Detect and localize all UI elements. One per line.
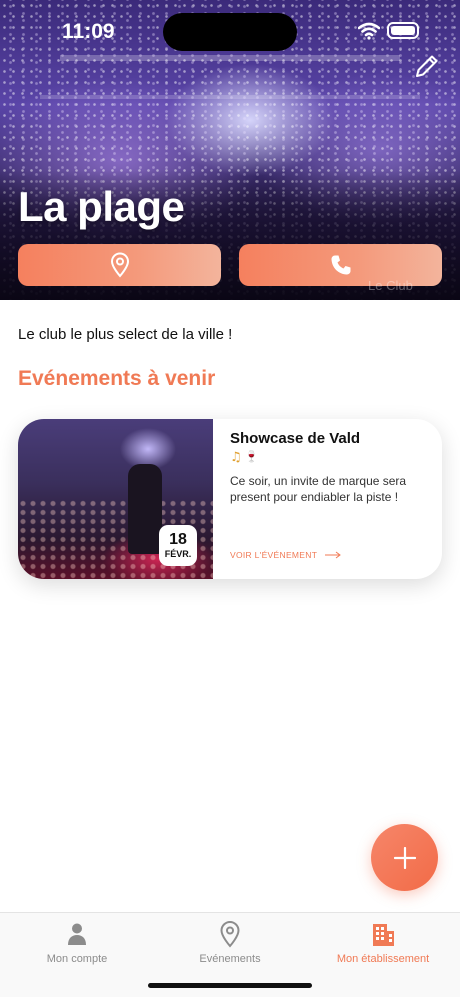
event-image: 18 FÉVR. bbox=[18, 419, 213, 579]
directions-button[interactable] bbox=[18, 244, 221, 286]
event-description: Ce soir, un invite de marque sera presen… bbox=[230, 474, 407, 504]
status-bar: 11:09 bbox=[0, 0, 460, 62]
tab-label: Mon compte bbox=[46, 953, 108, 965]
arrow-right-icon bbox=[325, 551, 342, 559]
event-card[interactable]: 18 FÉVR. Showcase de Vald ♫ 🍷 Ce soir, u… bbox=[18, 419, 442, 579]
upcoming-events-title: Evénements à venir bbox=[18, 367, 216, 390]
event-date-badge: 18 FÉVR. bbox=[159, 525, 197, 566]
event-title: Showcase de Vald bbox=[230, 430, 361, 447]
battery-icon bbox=[387, 22, 419, 39]
venue-description: Le club le plus select de la ville ! bbox=[18, 326, 233, 343]
music-note-icon: ♫ bbox=[230, 450, 242, 465]
wine-glass-icon: 🍷 bbox=[244, 450, 259, 463]
tab-events[interactable]: Evénements bbox=[160, 919, 300, 975]
event-tags: ♫ 🍷 bbox=[230, 450, 258, 465]
location-pin-icon bbox=[220, 920, 240, 947]
phone-icon bbox=[331, 255, 350, 275]
dynamic-island bbox=[163, 13, 297, 51]
edit-button[interactable] bbox=[410, 49, 444, 83]
status-time: 11:09 bbox=[62, 20, 115, 43]
view-event-link[interactable]: VOIR L'ÉVÉNEMENT bbox=[230, 550, 342, 560]
event-date-day: 18 bbox=[169, 531, 187, 548]
venue-title: La plage bbox=[18, 183, 185, 230]
tab-label: Mon établissement bbox=[336, 953, 430, 965]
event-body: Showcase de Vald ♫ 🍷 Ce soir, un invite … bbox=[230, 419, 430, 579]
tab-my-account[interactable]: Mon compte bbox=[7, 919, 147, 975]
wifi-icon bbox=[358, 22, 380, 40]
hero-watermark: Le Club bbox=[368, 278, 413, 293]
plus-icon bbox=[393, 846, 416, 869]
pencil-icon bbox=[416, 55, 438, 77]
building-icon bbox=[373, 924, 394, 946]
map-pin-icon bbox=[110, 252, 129, 278]
event-date-month: FÉVR. bbox=[164, 549, 192, 559]
tab-label: Evénements bbox=[199, 953, 261, 965]
event-performer bbox=[128, 464, 162, 554]
view-event-label: VOIR L'ÉVÉNEMENT bbox=[230, 550, 318, 560]
add-event-button[interactable] bbox=[371, 824, 438, 891]
home-indicator bbox=[148, 983, 312, 988]
user-icon bbox=[68, 923, 86, 945]
tab-my-establishment[interactable]: Mon établissement bbox=[313, 919, 453, 975]
